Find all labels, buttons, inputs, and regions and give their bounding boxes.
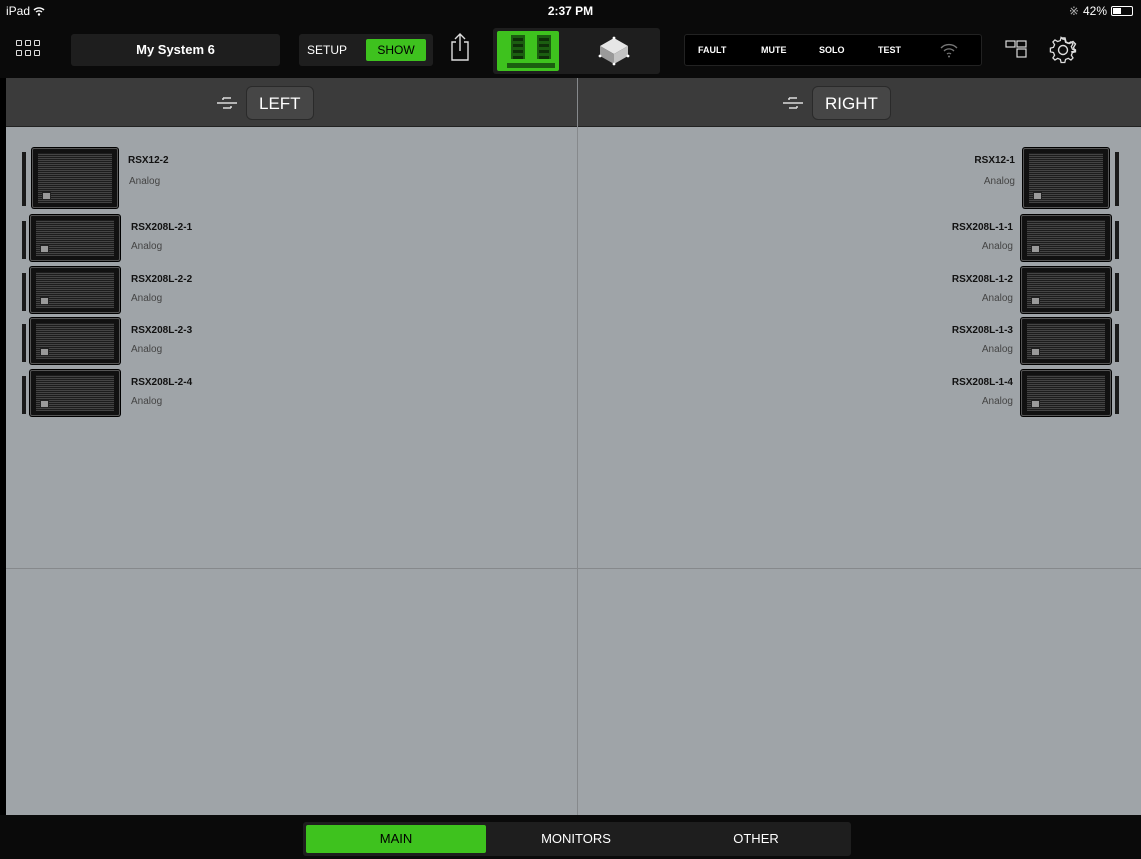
speaker-source: Analog — [131, 292, 163, 304]
app-grid-icon[interactable] — [16, 40, 40, 56]
fault-button[interactable]: FAULT — [698, 45, 726, 55]
speaker-name: RSX208L-2-3 — [131, 325, 193, 336]
right-group-label[interactable]: RIGHT — [812, 86, 891, 120]
speaker-name: RSX208L-2-2 — [131, 273, 193, 285]
speaker-source: Analog — [981, 292, 1013, 304]
speaker-name: RSX208L-1-2 — [951, 273, 1013, 285]
wifi-icon[interactable] — [939, 41, 959, 59]
speaker-level-bar — [1115, 272, 1119, 311]
battery-percent: 42% — [1082, 4, 1107, 18]
speaker-item[interactable]: RSX208L-2-1 Analog — [22, 215, 322, 261]
speaker-name: RSX208L-1-3 — [951, 325, 1013, 336]
solo-button[interactable]: SOLO — [819, 45, 845, 55]
speaker-name: RSX208L-2-1 — [131, 222, 193, 233]
main-area: LEFT RSX12-2 Analog RSX208L-2-1 Analog RSX20… — [6, 78, 1141, 815]
speaker-level-bar — [1115, 375, 1119, 414]
layout-icon[interactable] — [1005, 40, 1027, 58]
speaker-level-bar — [1115, 324, 1119, 362]
speaker-item[interactable]: RSX12-1 Analog — [819, 148, 1119, 208]
speaker-item[interactable]: RSX208L-2-3 Analog — [22, 318, 322, 364]
speaker-source: Analog — [129, 176, 161, 187]
left-group-header: LEFT — [6, 78, 577, 127]
3d-view-icon[interactable] — [597, 35, 631, 67]
view-switch — [493, 28, 660, 74]
speaker-item[interactable]: RSX208L-1-4 Analog — [819, 369, 1119, 416]
speaker-item[interactable]: RSX12-2 Analog — [22, 148, 322, 208]
speaker-source: Analog — [981, 395, 1013, 407]
toolbar: My System 6 SETUP SHOW FAULT MUTE SOLO T… — [0, 22, 1141, 78]
speaker-icon — [1021, 266, 1111, 313]
test-button[interactable]: TEST — [878, 45, 901, 55]
speaker-item[interactable]: RSX208L-2-4 Analog — [22, 369, 322, 416]
speaker-name: RSX208L-2-4 — [131, 376, 193, 388]
speaker-item[interactable]: RSX208L-1-3 Analog — [819, 318, 1119, 364]
group-divider — [6, 568, 577, 569]
speaker-icon — [30, 369, 120, 416]
link-group-icon[interactable] — [216, 94, 238, 112]
speaker-source: Analog — [981, 241, 1013, 252]
speaker-item[interactable]: RSX208L-1-1 Analog — [819, 215, 1119, 261]
speaker-level-bar — [22, 375, 26, 414]
speaker-icon — [30, 215, 120, 261]
clock: 2:37 PM — [547, 4, 594, 18]
mode-switch: SETUP SHOW — [299, 34, 433, 66]
tab-monitors[interactable]: MONITORS — [486, 825, 666, 853]
speaker-item[interactable]: RSX208L-1-2 Analog — [819, 266, 1119, 313]
speaker-name: RSX12-2 — [128, 155, 169, 166]
tab-group: MAIN MONITORS OTHER — [303, 822, 851, 856]
speaker-name: RSX12-1 — [974, 155, 1015, 166]
bluetooth-icon: ※ — [1068, 4, 1079, 18]
group-divider — [578, 568, 1141, 569]
battery-icon — [1111, 6, 1133, 16]
left-group-panel: LEFT RSX12-2 Analog RSX208L-2-1 Analog RSX20… — [6, 78, 578, 815]
speaker-icon — [1021, 318, 1111, 364]
speaker-source: Analog — [131, 395, 163, 407]
gear-icon[interactable] — [1049, 36, 1077, 64]
speaker-name: RSX208L-1-1 — [951, 222, 1013, 233]
speaker-source: Analog — [981, 344, 1013, 355]
battery-indicator: ※ 42% — [1069, 4, 1133, 18]
tab-other[interactable]: OTHER — [666, 825, 846, 853]
speaker-source: Analog — [131, 241, 163, 252]
tab-main[interactable]: MAIN — [306, 825, 486, 853]
speaker-level-bar — [22, 324, 26, 362]
speaker-icon — [30, 318, 120, 364]
right-group-panel: RIGHT RSX12-1 Analog RSX208L-1-1 Analog RSX2… — [578, 78, 1141, 815]
speaker-level-bar — [1115, 221, 1119, 259]
share-icon[interactable] — [449, 32, 471, 62]
speaker-icon — [1021, 369, 1111, 416]
status-bar: iPad 2:37 PM ※ 42% — [0, 0, 1141, 22]
rack-view-button[interactable] — [497, 31, 559, 71]
show-mode-button[interactable]: SHOW — [366, 39, 426, 61]
speaker-icon — [30, 266, 120, 313]
speaker-icon — [1023, 148, 1109, 208]
status-button-group: FAULT MUTE SOLO TEST — [684, 34, 982, 66]
bottom-tab-bar: MAIN MONITORS OTHER — [0, 815, 1141, 859]
link-group-icon[interactable] — [782, 94, 804, 112]
speaker-icon — [1021, 215, 1111, 261]
speaker-source: Analog — [983, 176, 1015, 187]
mute-button[interactable]: MUTE — [761, 45, 787, 55]
setup-mode-button[interactable]: SETUP — [307, 40, 347, 60]
speaker-source: Analog — [131, 344, 163, 355]
speaker-level-bar — [22, 221, 26, 259]
system-name-button[interactable]: My System 6 — [71, 34, 280, 66]
right-group-header: RIGHT — [578, 78, 1141, 127]
speaker-level-bar — [22, 272, 26, 311]
speaker-level-bar — [1115, 152, 1119, 206]
speaker-icon — [32, 148, 118, 208]
speaker-level-bar — [22, 152, 26, 206]
left-group-label[interactable]: LEFT — [246, 86, 314, 120]
speaker-item[interactable]: RSX208L-2-2 Analog — [22, 266, 322, 313]
speaker-name: RSX208L-1-4 — [951, 376, 1013, 388]
